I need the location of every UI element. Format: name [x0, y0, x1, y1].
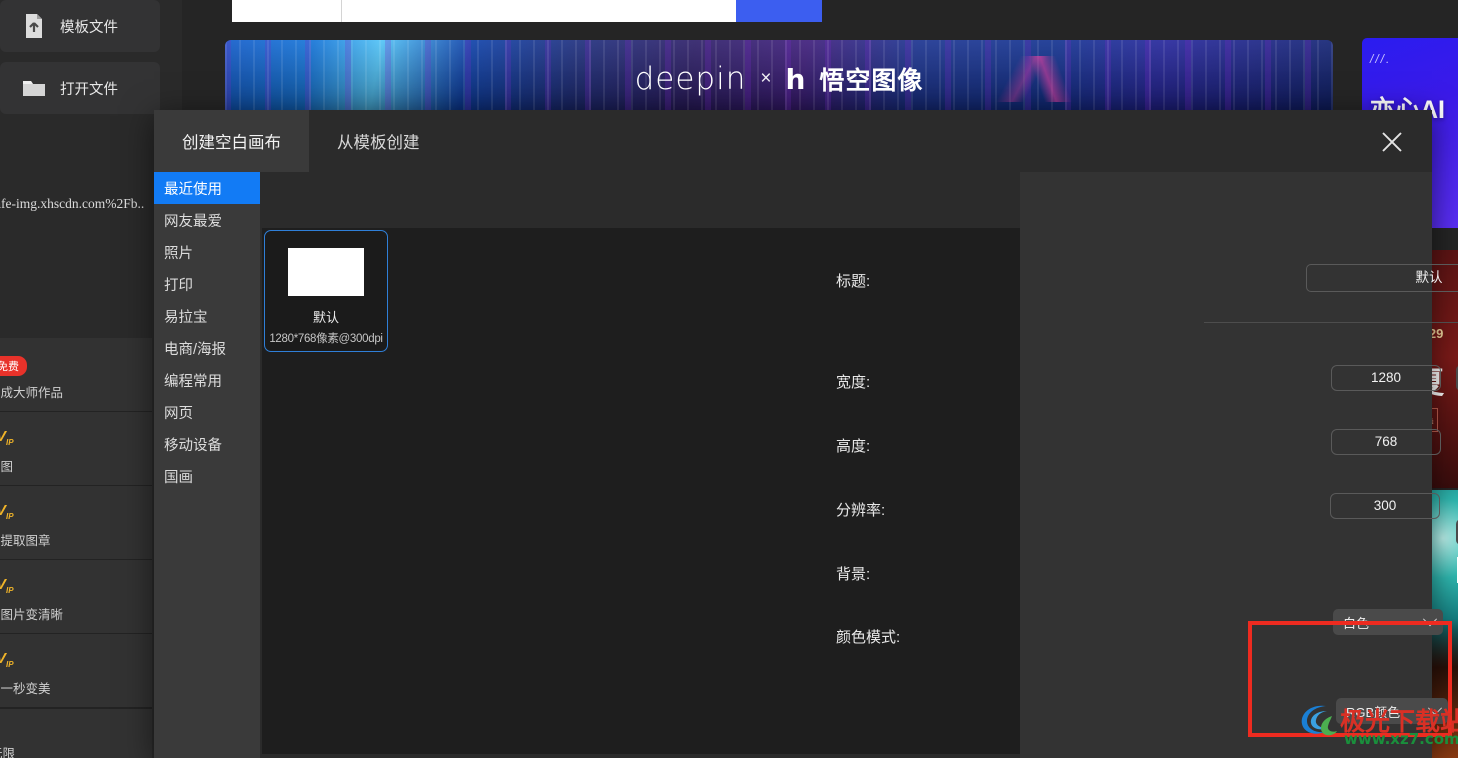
background-url-text: afe-img.xhscdn.com%2Fb..: [0, 196, 145, 211]
dialog-header: 创建空白画布 从模板创建: [154, 110, 1432, 172]
list-item-label: 速提取图章: [0, 534, 51, 548]
screen: 模板文件 打开文件 afe-img.xhscdn.com%2Fb.. 时免费 生…: [0, 0, 1458, 758]
template-name: 默认: [312, 310, 339, 325]
list-item[interactable]: VIP 您一秒变美: [0, 634, 152, 708]
dialog-tabs: 创建空白画布 从模板创建: [154, 110, 448, 172]
banner-partner-mark: h: [785, 62, 806, 96]
list-item-label: 生成大师作品: [0, 386, 64, 400]
background-feature-list: 时免费 生成大师作品 VIP 区图 VIP 速提取图章 VIP 糊图片变清晰 V…: [0, 338, 152, 708]
sidebar-item-favorites[interactable]: 网友最爱: [154, 204, 260, 236]
free-badge: 时免费: [0, 356, 27, 376]
vip-badge: VIP: [0, 650, 14, 669]
height-input[interactable]: 768: [1331, 429, 1441, 455]
vip-badge: VIP: [0, 576, 14, 595]
sidebar-item-webpage[interactable]: 网页: [154, 396, 260, 428]
list-item[interactable]: 无限: [0, 708, 152, 758]
file-upload-icon: [22, 13, 46, 39]
sidebar-item-chinese-painting[interactable]: 国画: [154, 460, 260, 492]
create-canvas-dialog: 创建空白画布 从模板创建 最近使用 网友最爱 照片 打印 易拉宝 电商/海报 编…: [154, 110, 1458, 758]
sidebar-item-label: 网友最爱: [164, 213, 222, 230]
vip-badge: VIP: [0, 428, 14, 447]
search-category-dropdown[interactable]: [232, 0, 342, 22]
sidebar-item-label: 国画: [164, 469, 193, 486]
list-item[interactable]: VIP 区图: [0, 412, 152, 486]
close-icon[interactable]: [1378, 128, 1406, 156]
sidebar-item-label: 电商/海报: [164, 341, 227, 358]
list-item[interactable]: 时免费 生成大师作品: [0, 338, 152, 412]
sidebar-item-label: 照片: [164, 245, 193, 262]
sidebar-item-ecommerce-poster[interactable]: 电商/海报: [154, 332, 260, 364]
width-field-label: 宽度:: [836, 374, 871, 391]
width-input[interactable]: 1280: [1331, 365, 1441, 391]
promo-banner[interactable]: deepin × h 悟空图像: [225, 40, 1333, 118]
category-sidebar: 最近使用 网友最爱 照片 打印 易拉宝 电商/海报 编程常用 网页 移动设备 国…: [154, 172, 260, 758]
banner-brand: deepin: [634, 61, 747, 97]
search-button[interactable]: [736, 0, 822, 22]
title-field-label: 标题:: [836, 273, 871, 290]
sidebar-item-label: 最近使用: [164, 181, 222, 198]
sidebar-item-rollup[interactable]: 易拉宝: [154, 300, 260, 332]
sidebar-item-label: 编程常用: [164, 373, 222, 390]
resolution-field-label: 分辨率:: [836, 502, 886, 519]
dialog-body: 最近使用 网友最爱 照片 打印 易拉宝 电商/海报 编程常用 网页 移动设备 国…: [154, 172, 1458, 758]
template-meta: 1280*768像素@300dpi: [269, 333, 383, 345]
height-field-label: 高度:: [836, 438, 871, 455]
background-field-label: 背景:: [836, 566, 871, 583]
sidebar-item-label: 移动设备: [164, 437, 222, 454]
background-dropdown[interactable]: 白色: [1333, 609, 1443, 635]
sidebar-item-print[interactable]: 打印: [154, 268, 260, 300]
watermark-url: www.xz7.com: [1344, 730, 1458, 748]
list-item-label: 区图: [0, 460, 14, 474]
vip-badge: VIP: [0, 502, 14, 521]
list-item-label: 无限: [0, 747, 16, 758]
title-input[interactable]: 默认: [1306, 264, 1458, 292]
list-item-label: 您一秒变美: [0, 682, 51, 696]
list-item[interactable]: VIP 糊图片变清晰: [0, 560, 152, 634]
open-file-label: 打开文件: [60, 81, 118, 98]
folder-icon: [22, 75, 46, 101]
list-item[interactable]: VIP 速提取图章: [0, 486, 152, 560]
background-search-bar: [232, 0, 822, 22]
tab-create-from-template[interactable]: 从模板创建: [309, 110, 448, 172]
promo-decor: ///.: [1370, 52, 1392, 66]
template-thumbnail: [288, 248, 364, 296]
sidebar-item-programming[interactable]: 编程常用: [154, 364, 260, 396]
watermark-logo-icon: [1296, 702, 1340, 738]
template-file-label: 模板文件: [60, 19, 118, 36]
tab-label: 创建空白画布: [182, 134, 281, 152]
form-divider: [1204, 322, 1458, 323]
sidebar-item-photo[interactable]: 照片: [154, 236, 260, 268]
sidebar-item-label: 打印: [164, 277, 193, 294]
template-card-default[interactable]: 默认 1280*768像素@300dpi: [264, 230, 388, 352]
resolution-input[interactable]: 300: [1330, 493, 1440, 519]
background-value: 白色: [1343, 615, 1370, 631]
sidebar-item-mobile[interactable]: 移动设备: [154, 428, 260, 460]
banner-text-group: deepin × h 悟空图像: [225, 61, 1333, 97]
sidebar-item-label: 网页: [164, 405, 193, 422]
sidebar-item-label: 易拉宝: [164, 309, 208, 326]
template-file-button[interactable]: 模板文件: [0, 0, 160, 52]
template-grid: 默认 1280*768像素@300dpi: [262, 228, 1020, 754]
color-mode-field-label: 颜色模式:: [836, 629, 901, 646]
sidebar-item-recent[interactable]: 最近使用: [154, 172, 260, 204]
tab-label: 从模板创建: [337, 134, 420, 152]
banner-separator: ×: [760, 68, 772, 89]
list-item-label: 糊图片变清晰: [0, 608, 64, 622]
watermark: 极光下载站 www.xz7.com: [1296, 700, 1458, 752]
open-file-button[interactable]: 打开文件: [0, 62, 160, 114]
tab-create-blank-canvas[interactable]: 创建空白画布: [154, 110, 309, 172]
banner-partner-name: 悟空图像: [819, 67, 924, 95]
search-input[interactable]: [342, 0, 736, 22]
chevron-down-icon: [1422, 612, 1438, 627]
canvas-settings-panel: 标题: 默认 宽度: 1280 像素 高度: 768 分辨率: 300 像素/英…: [836, 172, 1458, 758]
